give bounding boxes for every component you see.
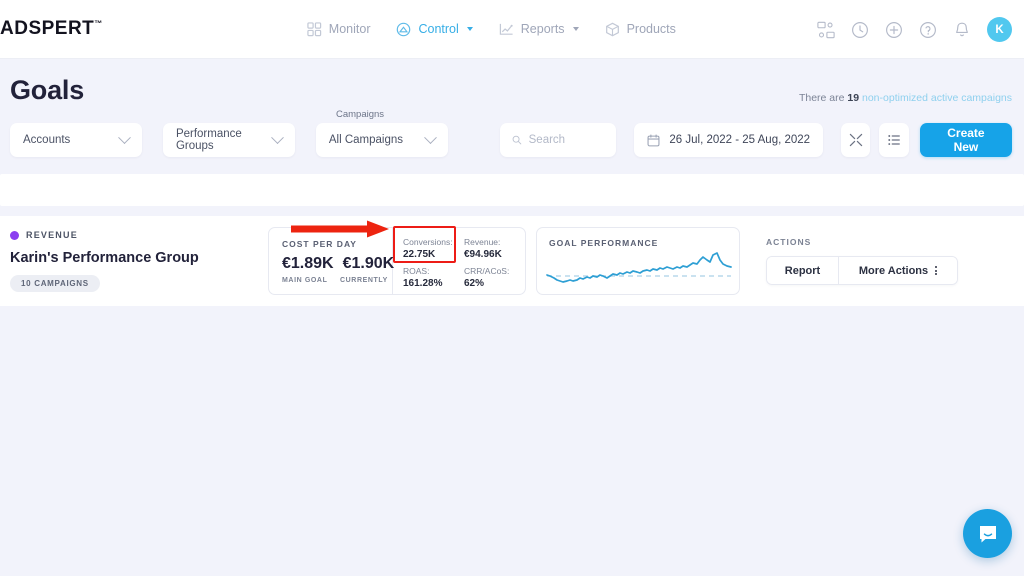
chevron-down-icon (572, 27, 579, 31)
app-root: ADSPERT ™ Monitor Control Reports Produc… (0, 0, 1024, 576)
currently-label: CURRENTLY (340, 277, 388, 284)
grid-icon (307, 21, 321, 36)
performance-groups-dropdown-value: Performance Groups (175, 128, 242, 152)
avatar-initial: K (995, 23, 1004, 36)
accounts-dropdown[interactable]: Accounts (10, 123, 142, 157)
metric-roas-value: 161.28% (403, 278, 443, 289)
main-goal-value: €1.89K (282, 255, 334, 272)
chart-icon (499, 23, 513, 35)
campaigns-dropdown[interactable]: All Campaigns (315, 123, 448, 157)
gauge-icon (397, 22, 411, 36)
nav-label-control: Control (418, 22, 459, 36)
metric-conversions: Conversions: 22.75K (403, 237, 464, 260)
actions-title: ACTIONS (766, 237, 812, 247)
main-goal-label: MAIN GOAL (282, 277, 328, 284)
list-view-button[interactable] (879, 123, 909, 157)
search-icon (512, 135, 522, 145)
goal-performance-sparkline (546, 252, 732, 283)
cost-per-day-title: COST PER DAY (282, 239, 357, 249)
actions-button-group: Report More Actions (766, 256, 958, 285)
search-box[interactable] (499, 123, 617, 157)
notice-count: 19 (847, 92, 860, 104)
brand-name: ADSPERT (0, 18, 95, 39)
more-actions-label: More Actions (858, 264, 929, 277)
metric-roas-label: ROAS: (403, 266, 430, 276)
top-navigation-bar: ADSPERT ™ Monitor Control Reports Produc… (0, 0, 1024, 59)
date-range-value: 26 Jul, 2022 - 25 Aug, 2022 (669, 134, 811, 146)
contacts-icon[interactable] (817, 21, 835, 39)
chevron-down-icon (423, 130, 437, 144)
nav-label-monitor: Monitor (328, 22, 371, 36)
accounts-dropdown-value: Accounts (23, 134, 71, 146)
performance-group-name[interactable]: Karin's Performance Group (10, 250, 268, 266)
nav-right-icons: K (817, 0, 1012, 59)
filter-toolbar: Accounts Performance Groups Campaigns Al… (0, 109, 1024, 167)
date-range-picker[interactable]: 26 Jul, 2022 - 25 Aug, 2022 (634, 123, 824, 157)
avatar[interactable]: K (987, 17, 1012, 42)
chevron-down-icon (271, 130, 284, 144)
chat-bubble-icon (979, 525, 996, 542)
bell-icon[interactable] (953, 21, 971, 39)
trademark-symbol: ™ (94, 19, 103, 28)
page-header: Goals There are 19 non-optimized active … (0, 59, 1024, 113)
metrics-grid: Conversions: 22.75K Revenue: €94.96K ROA… (393, 228, 525, 294)
goal-card-info: REVENUE Karin's Performance Group 10 CAM… (10, 230, 268, 292)
list-view-icon (888, 135, 900, 145)
create-new-button[interactable]: Create New (919, 123, 1013, 157)
calendar-icon (647, 134, 660, 146)
more-actions-button[interactable]: More Actions (839, 257, 957, 284)
cost-per-day-sublabels: MAIN GOAL CURRENTLY (282, 277, 392, 284)
goal-performance-title: GOAL PERFORMANCE (549, 238, 659, 248)
notice-link[interactable]: non-optimized active campaigns (862, 92, 1012, 104)
campaigns-filter-label: Campaigns (336, 109, 385, 120)
collapse-icon (849, 133, 862, 147)
goal-performance-panel: GOAL PERFORMANCE (536, 227, 740, 295)
non-optimized-campaigns-notice: There are 19 non-optimized active campai… (799, 92, 1012, 104)
brand-logo[interactable]: ADSPERT ™ (0, 18, 103, 40)
metric-crr-acos-label: CRR/ACoS: (464, 266, 510, 276)
chat-widget-button[interactable] (963, 509, 1012, 558)
main-nav-items: Monitor Control Reports Products (307, 21, 676, 37)
plus-circle-icon[interactable] (885, 21, 903, 39)
search-input[interactable] (528, 134, 605, 146)
goal-card: REVENUE Karin's Performance Group 10 CAM… (0, 216, 1024, 306)
metrics-panel: COST PER DAY €1.89K €1.90K MAIN GOAL CUR… (268, 220, 526, 295)
results-header-strip (0, 174, 1024, 206)
goal-type-row: REVENUE (10, 230, 268, 240)
nav-item-products[interactable]: Products (605, 22, 676, 37)
metric-crr-acos: CRR/ACoS: 62% (464, 266, 525, 289)
chevron-down-icon (118, 130, 131, 144)
history-icon[interactable] (851, 21, 869, 39)
campaigns-dropdown-value: All Campaigns (328, 134, 404, 146)
metric-roas: ROAS: 161.28% (403, 266, 464, 289)
collapse-button[interactable] (841, 123, 871, 157)
nav-item-reports[interactable]: Reports (499, 22, 579, 37)
cost-per-day-block: COST PER DAY €1.89K €1.90K MAIN GOAL CUR… (269, 228, 395, 294)
campaigns-count-badge: 10 CAMPAIGNS (10, 275, 100, 292)
currently-value: €1.90K (342, 255, 395, 272)
performance-groups-dropdown[interactable]: Performance Groups (162, 123, 295, 157)
chevron-down-icon (466, 27, 473, 31)
metric-conversions-value: 22.75K (403, 249, 436, 260)
notice-prefix: There are (798, 92, 845, 104)
goal-type-label: REVENUE (26, 230, 78, 240)
nav-item-monitor[interactable]: Monitor (307, 21, 371, 37)
metric-crr-acos-value: 62% (464, 278, 485, 289)
goal-type-dot-icon (10, 230, 19, 240)
kebab-menu-icon (935, 266, 938, 275)
nav-label-products: Products (626, 22, 676, 36)
box-icon (605, 22, 619, 36)
metric-revenue-label: Revenue: (464, 237, 501, 247)
goal-actions: ACTIONS Report More Actions (766, 237, 958, 285)
help-circle-icon[interactable] (919, 21, 937, 39)
nav-label-reports: Reports (520, 22, 565, 36)
metric-conversions-label: Conversions: (403, 237, 453, 247)
cost-per-day-values: €1.89K €1.90K (282, 255, 395, 273)
nav-item-control[interactable]: Control (396, 22, 473, 37)
report-button[interactable]: Report (767, 257, 839, 284)
metric-revenue: Revenue: €94.96K (464, 237, 525, 260)
metric-revenue-value: €94.96K (464, 249, 502, 260)
